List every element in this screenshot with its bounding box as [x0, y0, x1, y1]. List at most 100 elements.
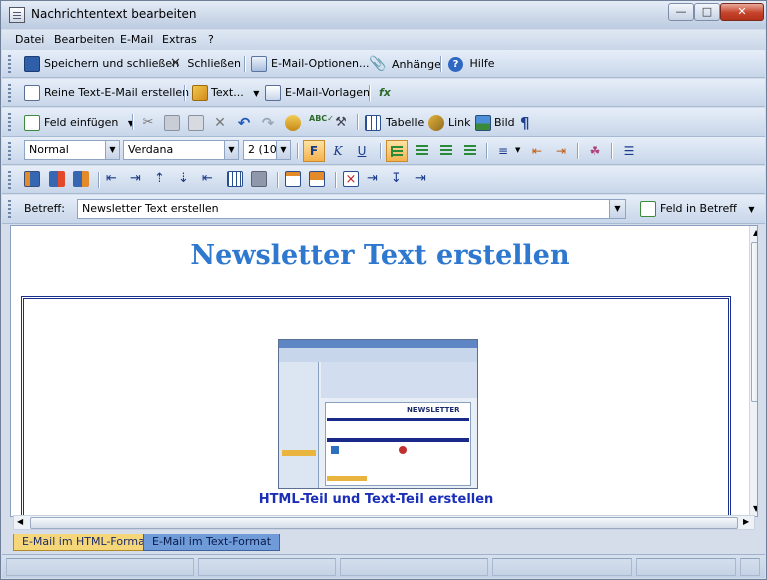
- menu-email[interactable]: E-Mail: [120, 33, 153, 46]
- col-right-icon[interactable]: ⇣: [178, 171, 194, 187]
- font-select[interactable]: Verdana ▼: [123, 140, 239, 160]
- minimize-button[interactable]: —: [668, 3, 694, 21]
- close-button[interactable]: ✕ Schließen: [170, 54, 241, 74]
- pilcrow-button[interactable]: ¶: [520, 113, 530, 133]
- save-close-button[interactable]: Speichern und schließen: [24, 54, 179, 74]
- tab-text-format[interactable]: E-Mail im Text-Format: [143, 534, 281, 551]
- move-down-icon[interactable]: ↧: [391, 171, 407, 187]
- bullet-list-button[interactable]: ≡: [493, 141, 513, 161]
- status-cell: [636, 558, 736, 576]
- bold-button[interactable]: F: [303, 140, 325, 162]
- chevron-down-icon[interactable]: ▼: [276, 141, 290, 159]
- chevron-down-icon[interactable]: ▼: [609, 200, 625, 218]
- delete-table-icon[interactable]: ×: [343, 171, 359, 187]
- cell-props-icon[interactable]: [285, 171, 301, 187]
- plain-text-button[interactable]: Reine Text-E-Mail erstellen: [24, 83, 189, 103]
- color-button[interactable]: ☘: [585, 141, 605, 161]
- outdent-button[interactable]: ⇤: [527, 141, 547, 161]
- image-icon: [475, 115, 491, 131]
- cut-icon[interactable]: ✂: [140, 115, 156, 131]
- menu-datei[interactable]: Datei: [15, 33, 44, 46]
- tools-icon[interactable]: ⚒: [333, 115, 349, 131]
- align-right-button[interactable]: [436, 141, 456, 161]
- status-cell: [492, 558, 632, 576]
- toolbar-grip[interactable]: [8, 171, 11, 189]
- help-button[interactable]: ? Hilfe: [448, 54, 495, 74]
- format-tabs: E-Mail im HTML-Format E-Mail im Text-For…: [13, 532, 759, 552]
- save-close-label: Speichern und schließen: [44, 57, 180, 70]
- row-below-icon[interactable]: ⇥: [130, 171, 146, 187]
- editor-content[interactable]: Newsletter Text erstellen NEWSLETTER HTM…: [10, 225, 758, 517]
- align-left-button[interactable]: [386, 140, 408, 162]
- bullet-list-icon: ≡: [497, 144, 509, 158]
- underline-button[interactable]: U: [352, 141, 372, 161]
- copy-icon[interactable]: [164, 115, 180, 131]
- scroll-up-icon[interactable]: ▲: [753, 228, 757, 237]
- paste-icon[interactable]: [188, 115, 204, 131]
- text-menu-button[interactable]: Text... ▼: [192, 83, 259, 103]
- scroll-right-icon[interactable]: ▶: [743, 517, 749, 526]
- delete-icon[interactable]: ✕: [212, 115, 228, 131]
- field-in-subject-label: Feld in Betreff: [660, 202, 737, 215]
- split-cells-icon[interactable]: [251, 171, 267, 187]
- size-select[interactable]: 2 (10) ▼: [243, 140, 291, 160]
- email-options-button[interactable]: E-Mail-Optionen...: [251, 54, 369, 74]
- toolbar-grip[interactable]: [8, 113, 11, 131]
- insert-column-icon[interactable]: [49, 171, 65, 187]
- toolbar-grip[interactable]: [8, 200, 11, 218]
- find-icon[interactable]: [285, 115, 301, 131]
- paragraph-button[interactable]: ☰: [619, 141, 639, 161]
- style-select[interactable]: Normal ▼: [24, 140, 120, 160]
- function-button[interactable]: fx: [379, 83, 391, 103]
- toolbar-grip[interactable]: [8, 55, 11, 73]
- merge-cells-icon[interactable]: [227, 171, 243, 187]
- italic-button[interactable]: K: [328, 141, 348, 161]
- toolbar-grip[interactable]: [8, 84, 11, 102]
- undo-icon[interactable]: ↶: [236, 115, 252, 131]
- vertical-scrollbar[interactable]: ▲ ▼: [749, 226, 757, 516]
- templates-button[interactable]: E-Mail-Vorlagen: [265, 83, 370, 103]
- separator: [184, 85, 185, 101]
- horizontal-scroll-thumb[interactable]: [30, 517, 738, 529]
- title-bar: Nachrichtentext bearbeiten — □ ✕: [1, 1, 766, 29]
- chevron-down-icon[interactable]: ▼: [224, 141, 238, 159]
- redo-icon[interactable]: ↷: [260, 115, 276, 131]
- vertical-scroll-thumb[interactable]: [751, 242, 757, 402]
- table-props-icon[interactable]: [24, 171, 40, 187]
- table-button[interactable]: Tabelle: [365, 113, 424, 133]
- spellcheck-icon[interactable]: ABC✓: [309, 114, 334, 130]
- scroll-down-icon[interactable]: ▼: [753, 504, 757, 513]
- move-end-icon[interactable]: ⇥: [415, 171, 431, 187]
- image-button[interactable]: Bild: [475, 113, 515, 133]
- chevron-down-icon: ▼: [748, 205, 755, 214]
- row-above-icon[interactable]: ⇤: [106, 171, 122, 187]
- tab-html-format[interactable]: E-Mail im HTML-Format: [13, 534, 159, 551]
- delete-row-icon[interactable]: ⇤: [202, 171, 218, 187]
- scroll-left-icon[interactable]: ◀: [17, 517, 23, 526]
- subject-input[interactable]: Newsletter Text erstellen ▼: [77, 199, 626, 219]
- menu-bearbeiten[interactable]: Bearbeiten: [54, 33, 114, 46]
- delete-column-icon[interactable]: [73, 171, 89, 187]
- indent-button[interactable]: ⇥: [551, 141, 571, 161]
- col-left-icon[interactable]: ⇡: [154, 171, 170, 187]
- attachments-button[interactable]: 📎 Anhänge: [369, 54, 441, 74]
- maximize-button[interactable]: □: [694, 3, 720, 21]
- justify-button[interactable]: [460, 141, 480, 161]
- toolbar-grip[interactable]: [8, 142, 11, 160]
- menu-help[interactable]: ?: [208, 33, 214, 46]
- field-in-subject-button[interactable]: Feld in Betreff ▼: [640, 199, 754, 219]
- separator: [297, 143, 298, 159]
- chevron-down-icon[interactable]: ▼: [515, 146, 520, 154]
- move-right-icon[interactable]: ⇥: [367, 171, 383, 187]
- horizontal-scrollbar[interactable]: ◀ ▶: [13, 515, 755, 530]
- status-cell: [340, 558, 488, 576]
- newsletter-frame: NEWSLETTER HTML-Teil und Text-Teil erste…: [21, 296, 731, 516]
- row-props-icon[interactable]: [309, 171, 325, 187]
- resize-grip[interactable]: [740, 558, 760, 576]
- insert-field-button[interactable]: Feld einfügen ▼: [24, 113, 134, 133]
- link-button[interactable]: Link: [428, 113, 471, 133]
- menu-extras[interactable]: Extras: [162, 33, 197, 46]
- close-window-button[interactable]: ✕: [720, 3, 764, 21]
- align-center-button[interactable]: [412, 141, 432, 161]
- chevron-down-icon[interactable]: ▼: [105, 141, 119, 159]
